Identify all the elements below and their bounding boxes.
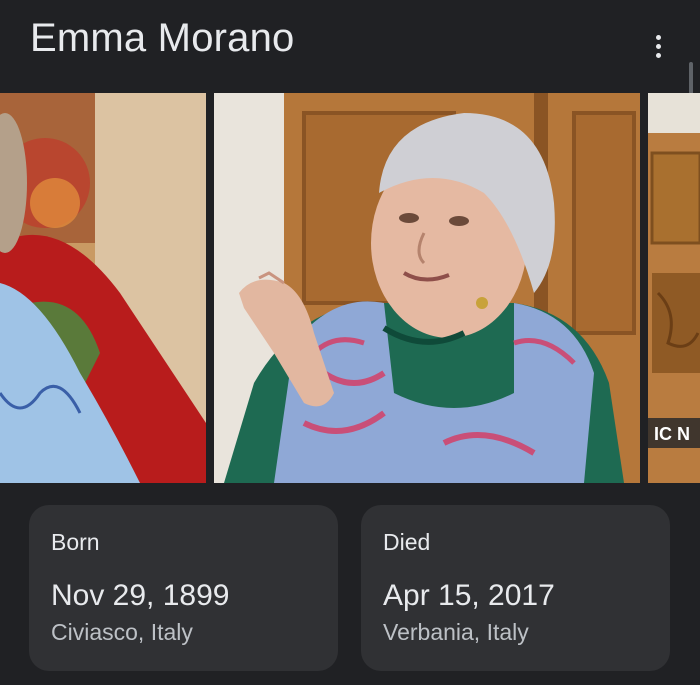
died-date: Apr 15, 2017: [383, 579, 555, 612]
died-card[interactable]: Died Apr 15, 2017 Verbania, Italy: [361, 505, 670, 671]
born-place: Civiasco, Italy: [51, 619, 193, 645]
died-label: Died: [383, 529, 431, 555]
more-options-button[interactable]: [642, 30, 674, 62]
panel-header: Emma Morano: [0, 0, 700, 88]
photo-left-image: [0, 93, 206, 483]
knowledge-panel: Emma Morano IC N Born Nov 29, 1899 Civia…: [0, 0, 700, 685]
carousel-image[interactable]: [214, 93, 640, 483]
photo-main-image: [214, 93, 640, 483]
photo-watermark: IC N: [654, 424, 690, 444]
photo-right-image: IC N: [648, 93, 700, 483]
born-date: Nov 29, 1899: [51, 579, 230, 612]
born-label: Born: [51, 529, 100, 555]
born-card[interactable]: Born Nov 29, 1899 Civiasco, Italy: [29, 505, 338, 671]
more-vert-icon-dot: [655, 43, 661, 49]
page-title: Emma Morano: [30, 16, 295, 60]
more-vert-icon-dot: [655, 52, 661, 58]
more-vert-icon: [655, 34, 661, 40]
died-place: Verbania, Italy: [383, 619, 529, 645]
carousel-image[interactable]: IC N: [648, 93, 700, 483]
image-carousel[interactable]: IC N: [0, 93, 700, 483]
carousel-image[interactable]: [0, 93, 206, 483]
